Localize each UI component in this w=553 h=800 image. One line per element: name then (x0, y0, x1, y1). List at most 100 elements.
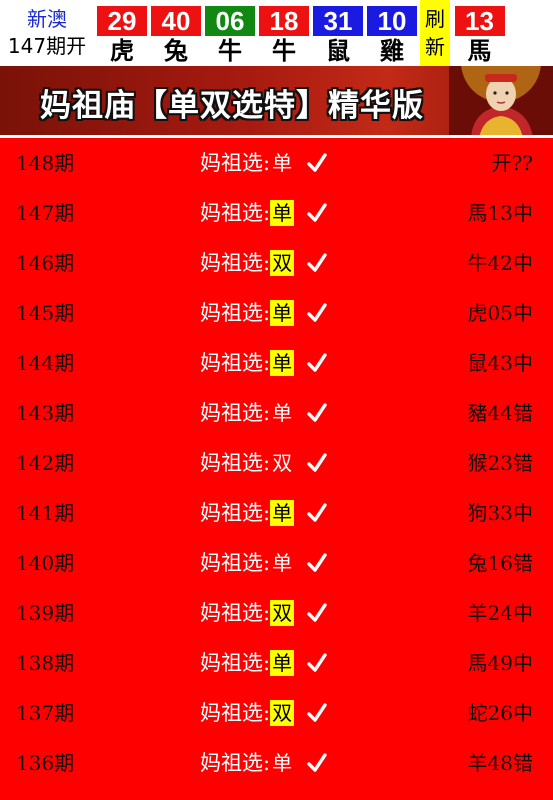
banner-title: 妈祖庙【单双选特】精华版 (40, 88, 424, 124)
result-text: 鼠43中 (467, 351, 533, 375)
list-item: 143期 妈祖选: 单 豬44错 (0, 389, 553, 439)
ball-number: 29 (97, 6, 147, 36)
issue-number: 141期 (16, 501, 75, 525)
ball-zodiac: 牛 (218, 37, 242, 65)
special-number: 13 (454, 6, 505, 36)
pick-group: 妈祖选: 单 (200, 548, 328, 578)
result-text: 虎05中 (467, 301, 533, 325)
number-ball: 31 鼠 (310, 0, 364, 66)
list-item: 141期 妈祖选: 单 狗33中 (0, 489, 553, 539)
pick-group: 妈祖选: 单 (200, 348, 328, 378)
list-item: 137期 妈祖选: 双 蛇26中 (0, 689, 553, 739)
number-ball: 40 兔 (148, 0, 202, 66)
pick-label: 妈祖选: (200, 451, 271, 475)
refresh-label-top: 刷 (425, 7, 445, 31)
check-icon (307, 753, 327, 772)
pick-value: 单 (270, 650, 295, 676)
refresh-button[interactable]: 刷 新 (420, 0, 450, 66)
result-text: 蛇26中 (467, 701, 533, 725)
number-ball: 18 牛 (256, 0, 310, 66)
list-item: 142期 妈祖选: 双 猴23错 (0, 439, 553, 489)
special-zodiac: 馬 (467, 37, 492, 65)
check-icon (307, 153, 327, 172)
pick-label: 妈祖选: (200, 601, 271, 625)
result-text: 豬44错 (467, 401, 533, 425)
issue-number: 147期 (16, 201, 75, 225)
brand-block: 新澳 147期开 (0, 0, 94, 66)
result-text: 兔16错 (467, 551, 533, 575)
special-ball: 13 馬 (452, 0, 505, 66)
pick-value: 双 (270, 700, 295, 726)
list-item: 138期 妈祖选: 单 馬49中 (0, 639, 553, 689)
ball-zodiac: 虎 (110, 37, 134, 65)
check-icon (307, 653, 327, 672)
result-text: 开?? (491, 151, 533, 175)
issue-number: 148期 (16, 151, 75, 175)
pick-label: 妈祖选: (200, 701, 271, 725)
pick-value: 双 (272, 451, 293, 475)
pick-label: 妈祖选: (200, 351, 271, 375)
title-banner: 妈祖庙【单双选特】精华版 (0, 66, 553, 138)
pick-label: 妈祖选: (200, 251, 271, 275)
check-icon (307, 253, 327, 272)
check-icon (307, 603, 327, 622)
pick-label: 妈祖选: (200, 201, 271, 225)
pick-group: 妈祖选: 单 (200, 498, 328, 528)
issue-number: 146期 (16, 251, 75, 275)
brand-name: 新澳 (27, 7, 67, 31)
result-text: 猴23错 (467, 451, 533, 475)
ball-number: 10 (367, 6, 417, 36)
pick-group: 妈祖选: 双 (200, 448, 328, 478)
refresh-label-bottom: 新 (425, 35, 445, 59)
pick-label: 妈祖选: (200, 151, 271, 175)
pick-label: 妈祖选: (200, 551, 271, 575)
result-text: 羊48错 (467, 751, 533, 775)
issue-number: 138期 (16, 651, 75, 675)
check-icon (307, 403, 327, 422)
result-text: 牛42中 (467, 251, 533, 275)
pick-value: 单 (272, 551, 293, 575)
draw-result-bar: 新澳 147期开 29 虎 40 兔 06 牛 18 牛 31 鼠 10 雞 刷 (0, 0, 553, 66)
pick-value: 双 (270, 600, 295, 626)
prediction-list: 148期 妈祖选: 单开?? 147期 妈祖选: 单馬13中 146期 妈祖选: 双牛42中 14… (0, 139, 553, 789)
pick-group: 妈祖选: 双 (200, 698, 328, 728)
pick-label: 妈祖选: (200, 501, 271, 525)
issue-number: 136期 (16, 751, 75, 775)
pick-value: 单 (272, 751, 293, 775)
list-item: 145期 妈祖选: 单 虎05中 (0, 289, 553, 339)
pick-value: 单 (270, 300, 295, 326)
result-text: 馬13中 (467, 201, 533, 225)
pick-group: 妈祖选: 单 (200, 298, 328, 328)
issue-number: 140期 (16, 551, 75, 575)
pick-group: 妈祖选: 单 (200, 148, 328, 178)
check-icon (307, 503, 327, 522)
list-item: 144期 妈祖选: 单 鼠43中 (0, 339, 553, 389)
ball-number: 31 (313, 6, 363, 36)
pick-value: 单 (272, 401, 293, 425)
list-item: 147期 妈祖选: 单 馬13中 (0, 189, 553, 239)
pick-label: 妈祖选: (200, 651, 271, 675)
pick-label: 妈祖选: (200, 301, 271, 325)
number-ball: 06 牛 (202, 0, 256, 66)
result-text: 羊24中 (467, 601, 533, 625)
number-ball: 10 雞 (364, 0, 418, 66)
check-icon (307, 553, 327, 572)
pick-group: 妈祖选: 单 (200, 398, 328, 428)
pick-group: 妈祖选: 单 (200, 198, 328, 228)
result-text: 狗33中 (467, 501, 533, 525)
pick-group: 妈祖选: 单 (200, 648, 328, 678)
ball-zodiac: 兔 (164, 37, 188, 65)
issue-number: 145期 (16, 301, 75, 325)
pick-group: 妈祖选: 单 (200, 748, 328, 778)
number-ball: 29 虎 (94, 0, 148, 66)
issue-number: 137期 (16, 701, 75, 725)
mazu-portrait-icon (449, 66, 553, 135)
check-icon (307, 203, 327, 222)
pick-value: 单 (270, 200, 295, 226)
ball-number: 06 (205, 6, 255, 36)
pick-value: 单 (270, 350, 295, 376)
pick-value: 单 (272, 151, 293, 175)
issue-number: 142期 (16, 451, 75, 475)
current-issue: 147期开 (7, 34, 87, 58)
list-item: 148期 妈祖选: 单 开?? (0, 139, 553, 189)
